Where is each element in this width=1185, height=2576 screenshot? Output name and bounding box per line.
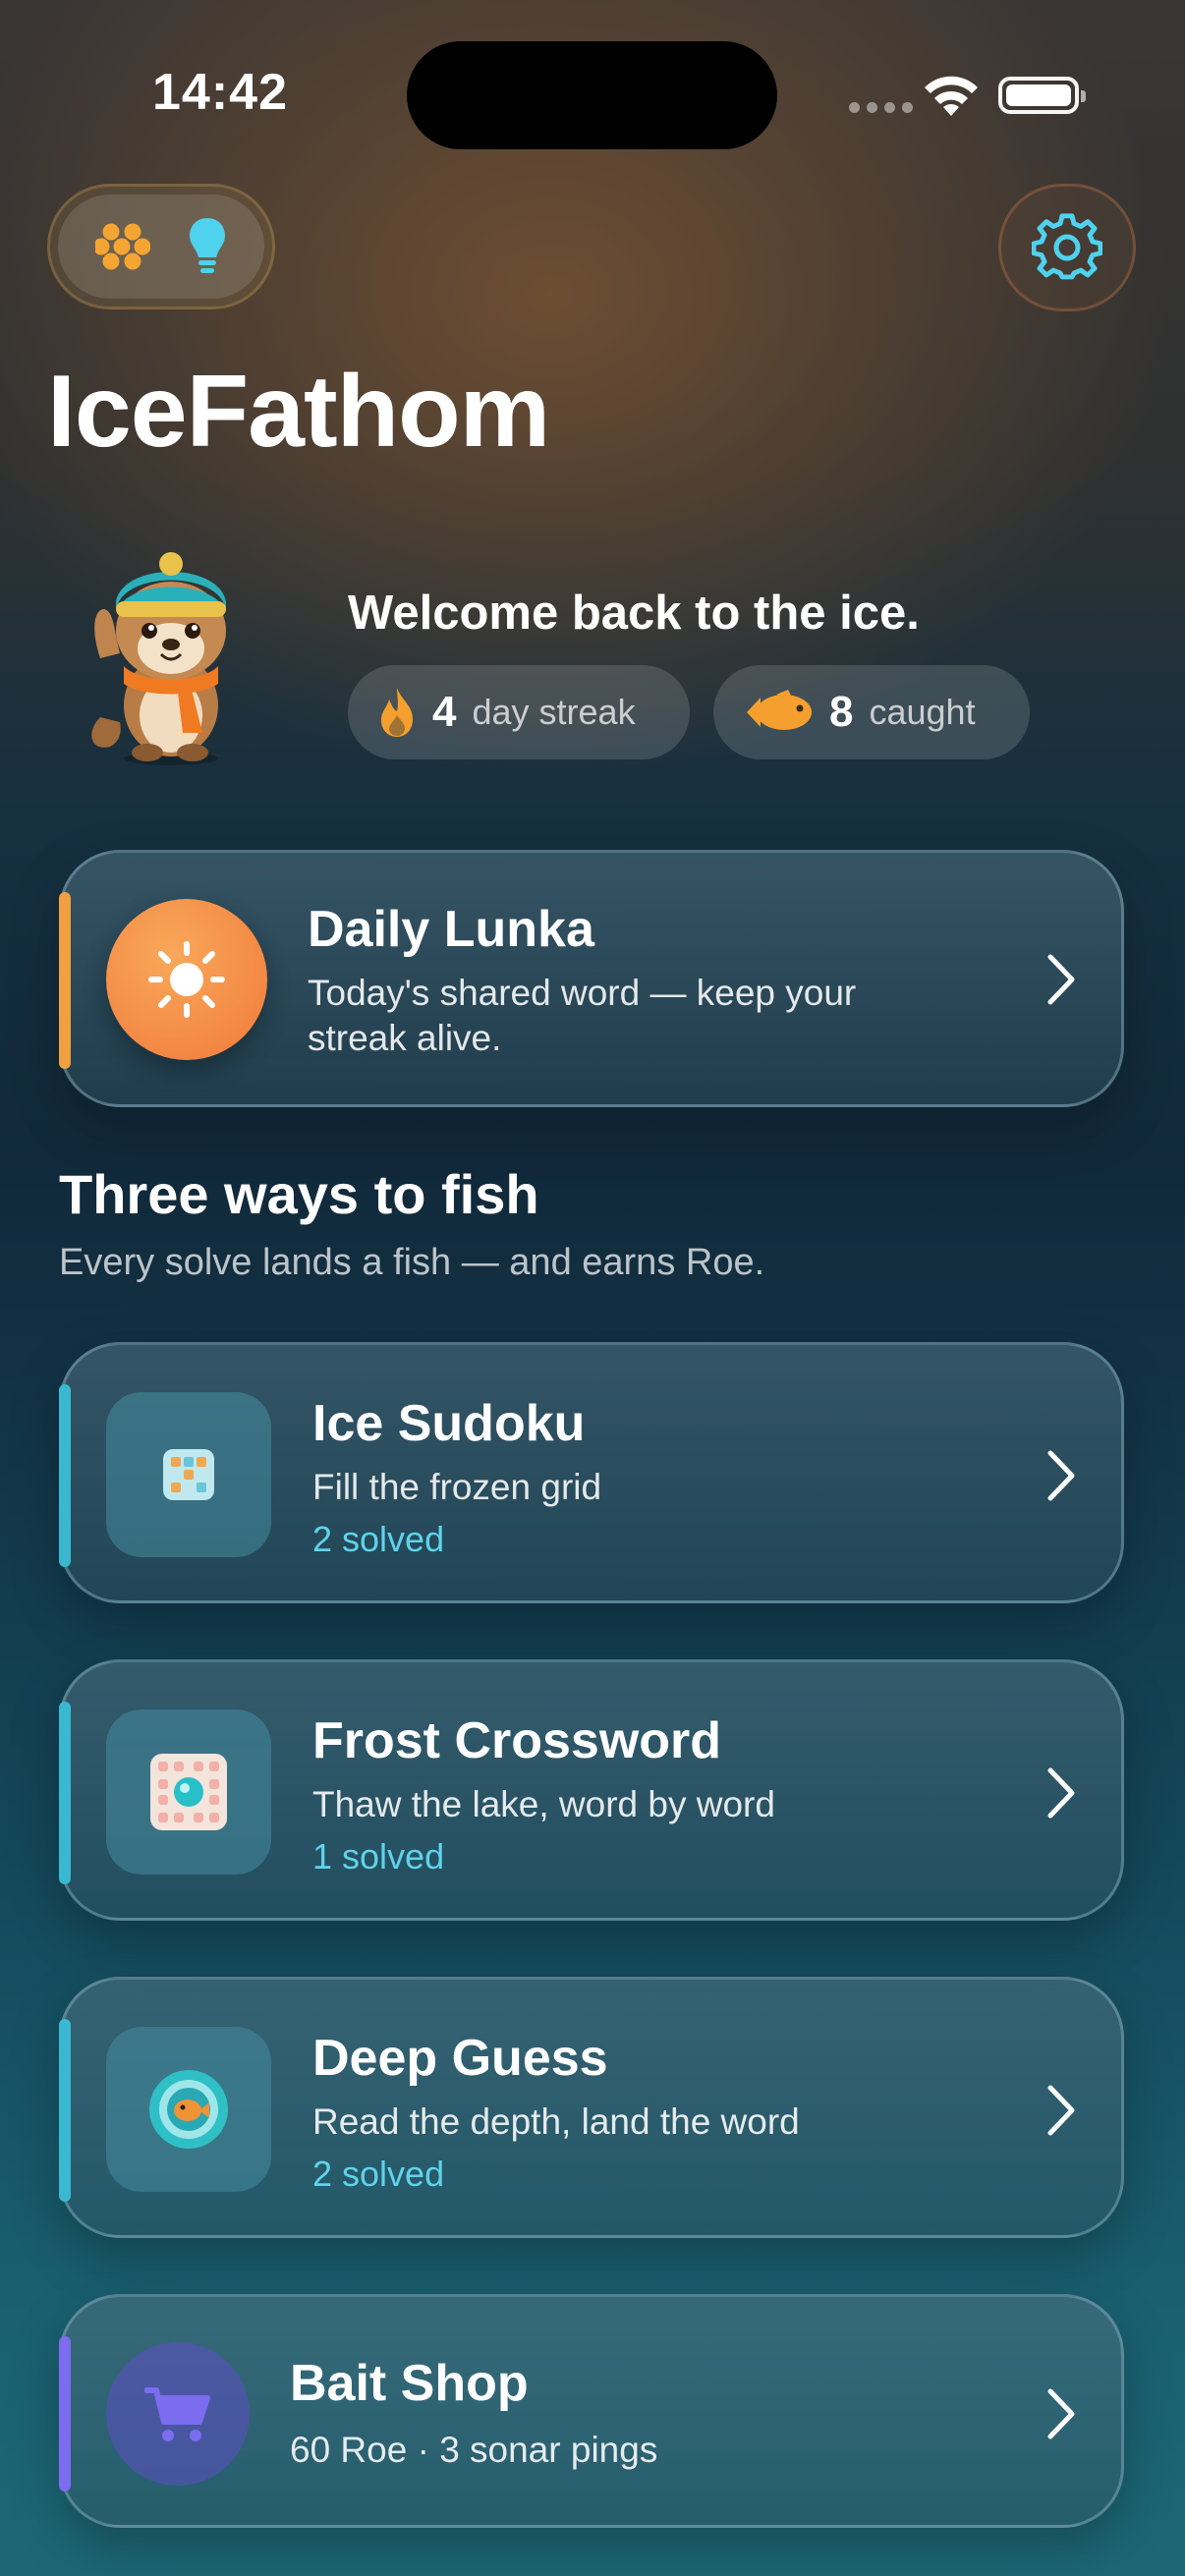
crossword-board-icon — [106, 1709, 271, 1875]
chevron-right-icon — [1047, 2085, 1075, 2136]
lightbulb-icon — [190, 218, 225, 273]
wifi-icon — [925, 76, 978, 116]
streak-badge: 4 day streak — [348, 665, 690, 759]
chevron-right-icon — [1047, 2388, 1075, 2439]
card-title: Bait Shop — [290, 2355, 529, 2412]
card-subtitle: 60 Roe · 3 sonar pings — [290, 2430, 658, 2470]
section-subtitle: Every solve lands a fish — and earns Roe… — [59, 1242, 765, 1283]
card-title: Daily Lunka — [308, 901, 594, 958]
settings-button[interactable] — [998, 184, 1136, 311]
otter-mascot-image — [91, 552, 226, 765]
daily-lunka-card[interactable]: Daily Lunka Today's shared word — keep y… — [59, 850, 1124, 1107]
card-accent-bar — [59, 892, 71, 1069]
card-subtitle: Thaw the lake, word by word — [312, 1784, 775, 1824]
card-subtitle-line1: Today's shared word — keep your — [308, 973, 857, 1013]
roe-cluster-icon — [95, 223, 150, 270]
gear-icon — [1032, 213, 1102, 280]
sonar-fish-icon — [106, 2027, 271, 2192]
ice-sudoku-card[interactable]: Ice Sudoku Fill the frozen grid 2 solved — [59, 1342, 1124, 1603]
battery-icon — [998, 77, 1086, 114]
caught-label: caught — [869, 692, 976, 732]
solved-count: 2 solved — [312, 1519, 445, 1559]
status-time: 14:42 — [152, 64, 288, 121]
chevron-right-icon — [1047, 954, 1075, 1005]
streak-count: 4 — [432, 688, 457, 736]
section-title: Three ways to fish — [59, 1163, 539, 1225]
sun-icon — [106, 899, 267, 1060]
currency-hint-pill[interactable] — [47, 184, 275, 309]
cart-icon — [106, 2342, 250, 2486]
chevron-right-icon — [1047, 1450, 1075, 1501]
card-title: Frost Crossword — [312, 1712, 722, 1769]
card-title: Deep Guess — [312, 2030, 608, 2087]
card-accent-bar — [59, 1702, 71, 1884]
sudoku-cube-icon — [106, 1392, 271, 1557]
welcome-message: Welcome back to the ice. — [348, 587, 920, 640]
chevron-right-icon — [1047, 1767, 1075, 1819]
card-title: Ice Sudoku — [312, 1395, 586, 1452]
dynamic-island — [407, 41, 777, 149]
card-subtitle: Read the depth, land the word — [312, 2101, 800, 2142]
card-subtitle: Fill the frozen grid — [312, 1467, 602, 1507]
bait-shop-card[interactable]: Bait Shop 60 Roe · 3 sonar pings — [59, 2294, 1124, 2528]
card-subtitle-line2: streak alive. — [308, 1018, 502, 1058]
solved-count: 2 solved — [312, 2154, 445, 2194]
card-accent-bar — [59, 2019, 71, 2202]
caught-count: 8 — [829, 688, 854, 736]
cellular-signal-icon — [849, 102, 913, 113]
solved-count: 1 solved — [312, 1836, 445, 1876]
flame-icon — [381, 688, 413, 737]
fish-icon — [747, 690, 812, 730]
deep-guess-card[interactable]: Deep Guess Read the depth, land the word… — [59, 1977, 1124, 2238]
page-title: IceFathom — [47, 355, 550, 469]
caught-badge: 8 caught — [713, 665, 1030, 759]
card-accent-bar — [59, 2336, 71, 2492]
streak-label: day streak — [472, 692, 636, 732]
card-accent-bar — [59, 1384, 71, 1567]
frost-crossword-card[interactable]: Frost Crossword Thaw the lake, word by w… — [59, 1659, 1124, 1921]
